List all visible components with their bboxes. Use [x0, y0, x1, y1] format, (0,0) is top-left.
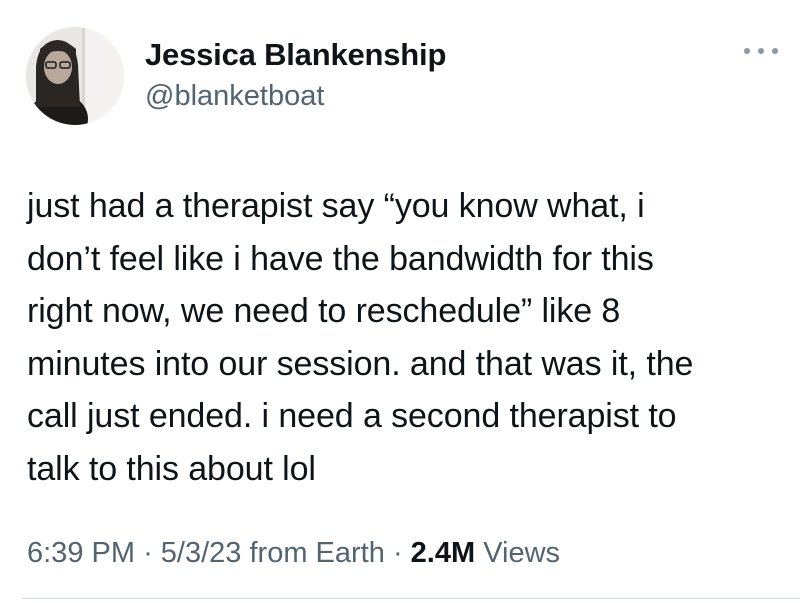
more-dot: [744, 48, 750, 54]
tweet-meta: 6:39 PM · 5/3/23 from Earth · 2.4M Views: [27, 533, 560, 573]
tweet-line: just had a therapist say “you know what,…: [27, 187, 645, 225]
meta-separator: ·: [392, 537, 403, 569]
tweet-line: talk to this about lol: [27, 449, 316, 488]
more-horizontal-icon[interactable]: [744, 44, 778, 58]
author-block: Jessica Blankenship @blanketboat: [145, 36, 446, 114]
tweet-line: don’t feel like i have the bandwidth for…: [27, 239, 654, 278]
tweet-date[interactable]: 5/3/23: [161, 537, 242, 569]
divider: [22, 598, 800, 599]
views-count[interactable]: 2.4M: [411, 537, 475, 569]
avatar[interactable]: [26, 27, 124, 125]
views-label[interactable]: Views: [483, 537, 560, 569]
tweet-line: call just ended. i need a second therapi…: [27, 397, 677, 435]
tweet-text: just had a therapist say “you know what,…: [27, 180, 787, 495]
tweet-line: minutes into our session. and that was i…: [27, 344, 694, 383]
tweet-time[interactable]: 6:39 PM: [27, 537, 135, 569]
meta-separator: ·: [143, 537, 153, 569]
more-dot: [772, 48, 778, 54]
display-name[interactable]: Jessica Blankenship: [145, 36, 446, 74]
avatar-image: [26, 27, 124, 125]
tweet-source: from Earth: [249, 537, 385, 569]
handle[interactable]: @blanketboat: [145, 78, 446, 114]
more-dot: [758, 48, 764, 54]
tweet-line: right now, we need to reschedule” like 8: [27, 292, 621, 330]
tweet-card: Jessica Blankenship @blanketboat just ha…: [0, 0, 800, 603]
